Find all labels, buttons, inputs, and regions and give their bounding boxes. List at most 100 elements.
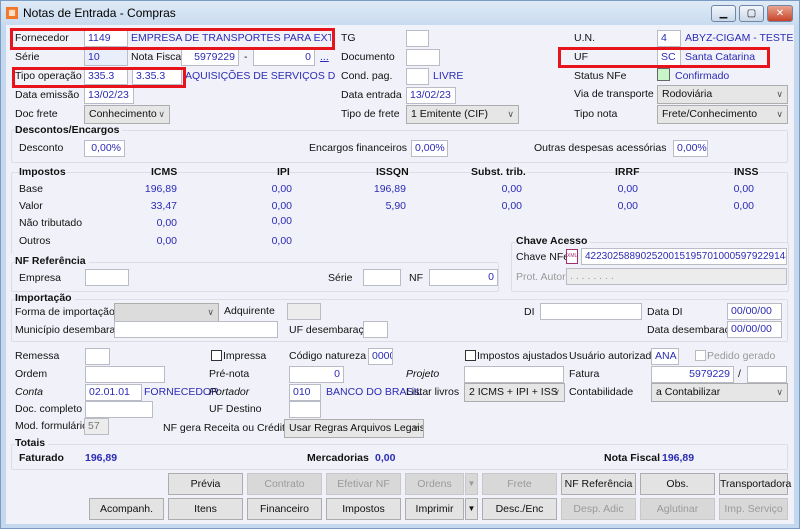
data-desembaraco-input[interactable]: 00/00/00: [727, 321, 782, 338]
remessa-input[interactable]: [85, 348, 110, 365]
base-ipi: 0,00: [271, 183, 292, 195]
data-entrada-input[interactable]: 13/02/23: [406, 87, 456, 104]
empresa-input[interactable]: [85, 269, 129, 286]
uf-destino-input[interactable]: [289, 401, 321, 418]
forma-importacao-select[interactable]: ∨: [114, 303, 219, 322]
tg-input[interactable]: [406, 30, 429, 47]
contabilidade-label: Contabilidade: [569, 386, 634, 398]
pre-nota-input[interactable]: 0: [289, 366, 344, 383]
via-transporte-value: Rodoviária: [662, 88, 713, 100]
fatura-parcela-input[interactable]: [747, 366, 787, 383]
nf-gera-label: NF gera Receita ou Crédito: [163, 422, 291, 434]
conta-input[interactable]: 02.01.01: [85, 384, 142, 401]
base-irrf: 0,00: [617, 183, 638, 195]
outros-icms: 0,00: [156, 235, 177, 247]
nota-fiscal-input[interactable]: 5979229: [181, 49, 239, 66]
mercadorias-value: 0,00: [375, 452, 396, 464]
tipo-nota-select[interactable]: Frete/Conhecimento ∨: [657, 105, 788, 124]
previa-button[interactable]: Prévia: [168, 473, 243, 495]
doc-completo-input[interactable]: [85, 401, 153, 418]
fatura-label: Fatura: [569, 368, 600, 380]
tipo-nota-label: Tipo nota: [574, 108, 618, 120]
xml-file-icon[interactable]: XML: [566, 249, 578, 264]
serie-label: Série: [15, 51, 40, 63]
row-label: Valor: [19, 200, 43, 212]
impressa-checkbox[interactable]: [211, 350, 222, 361]
financeiro-button[interactable]: Financeiro: [247, 498, 322, 520]
data-di-input[interactable]: 00/00/00: [727, 303, 782, 320]
nota-fiscal-separator: -: [244, 51, 248, 63]
impostos-button[interactable]: Impostos: [326, 498, 401, 520]
contrato-button[interactable]: Contrato: [247, 473, 322, 495]
outros-ipi: 0,00: [271, 235, 292, 247]
desp-adic-button[interactable]: Desp. Adic: [561, 498, 636, 520]
documento-input[interactable]: [406, 49, 440, 66]
serie-input[interactable]: 10: [84, 49, 128, 66]
tipo-frete-select[interactable]: 1 Emitente (CIF) ∨: [406, 105, 519, 124]
listar-livros-label: Listar livros: [406, 386, 460, 398]
di-input[interactable]: [540, 303, 642, 320]
cond-pag-input[interactable]: [406, 68, 429, 85]
chevron-down-icon: ∨: [553, 387, 560, 397]
chevron-down-icon: ∨: [776, 109, 783, 119]
pre-nota-label: Pré-nota: [209, 368, 250, 380]
di-label: DI: [524, 306, 535, 318]
ordens-dropdown-icon[interactable]: ▼: [465, 473, 478, 495]
imprimir-dropdown-icon[interactable]: ▼: [465, 498, 478, 520]
nfref-nf-input[interactable]: 0: [429, 269, 498, 286]
ordens-button[interactable]: Ordens: [405, 473, 464, 495]
portador-input[interactable]: 010: [289, 384, 321, 401]
obs-button[interactable]: Obs.: [640, 473, 715, 495]
uf-desembaraco-input[interactable]: [363, 321, 388, 338]
imp-servico-button[interactable]: Imp. Serviço: [719, 498, 788, 520]
listar-livros-select[interactable]: 2 ICMS + IPI + ISS ∨: [464, 383, 565, 402]
listar-livros-value: 2 ICMS + IPI + ISS: [469, 386, 558, 398]
itens-button[interactable]: Itens: [168, 498, 243, 520]
aglutinar-button[interactable]: Aglutinar: [640, 498, 715, 520]
nf-referencia-button[interactable]: NF Referência: [561, 473, 636, 495]
projeto-input[interactable]: [464, 366, 564, 383]
uf-desembaraco-label: UF desembaraço: [289, 324, 370, 336]
importacao-title: Importação: [15, 292, 75, 305]
chevron-down-icon: ∨: [412, 423, 419, 433]
desc-enc-button[interactable]: Desc./Enc: [482, 498, 557, 520]
data-emissao-input[interactable]: 13/02/23: [84, 87, 134, 104]
projeto-label: Projeto: [406, 368, 440, 380]
uf-destino-label: UF Destino: [209, 403, 262, 415]
cond-pag-name: LIVRE: [433, 70, 464, 82]
impostos-ajustados-checkbox[interactable]: [465, 350, 476, 361]
doc-frete-select[interactable]: Conhecimento ∨: [84, 105, 170, 124]
col-inss: INSS: [734, 165, 759, 179]
transportadora-button[interactable]: Transportadora: [719, 473, 791, 495]
frete-button[interactable]: Frete: [482, 473, 557, 495]
acompanhamento-button[interactable]: Acompanh.: [89, 498, 164, 520]
conta-name: FORNECEDOR: [144, 386, 219, 398]
chave-nfe-input[interactable]: 42230258890252001519570100059792291488: [581, 248, 787, 265]
municipio-input[interactable]: [114, 321, 278, 338]
mod-formulario-input: 57: [84, 418, 109, 435]
ordem-input[interactable]: [85, 366, 165, 383]
impostos-title: Impostos: [19, 165, 66, 179]
desconto-input[interactable]: 0,00%: [84, 140, 125, 157]
valor-irrf: 0,00: [617, 200, 638, 212]
valor-subst: 0,00: [501, 200, 522, 212]
nota-fiscal-more-button[interactable]: ...: [320, 50, 329, 64]
codigo-natureza-input[interactable]: 0000: [368, 348, 393, 365]
outras-despesas-input[interactable]: 0,00%: [673, 140, 708, 157]
efetivar-nf-button[interactable]: Efetivar NF: [326, 473, 401, 495]
nf-gera-select[interactable]: Usar Regras Arquivos Legais ∨: [284, 419, 424, 438]
row-label: Base: [19, 183, 43, 195]
usuario-autorizado-input[interactable]: ANA: [651, 348, 679, 365]
base-inss: 0,00: [733, 183, 754, 195]
nao-trib-ipi: 0,00: [271, 215, 292, 227]
prot-autor-label: Prot. Autor.: [516, 271, 568, 283]
un-code-input[interactable]: 4: [657, 30, 681, 47]
nota-fiscal-suffix-input[interactable]: 0: [253, 49, 315, 66]
via-transporte-select[interactable]: Rodoviária ∨: [657, 85, 788, 104]
highlight-tipo-operacao: [12, 67, 186, 88]
contabilidade-select[interactable]: a Contabilizar ∨: [651, 383, 788, 402]
nfref-serie-input[interactable]: [363, 269, 401, 286]
encargos-input[interactable]: 0,00%: [411, 140, 448, 157]
imprimir-button[interactable]: Imprimir: [405, 498, 464, 520]
fatura-input[interactable]: 5979229: [651, 366, 734, 383]
